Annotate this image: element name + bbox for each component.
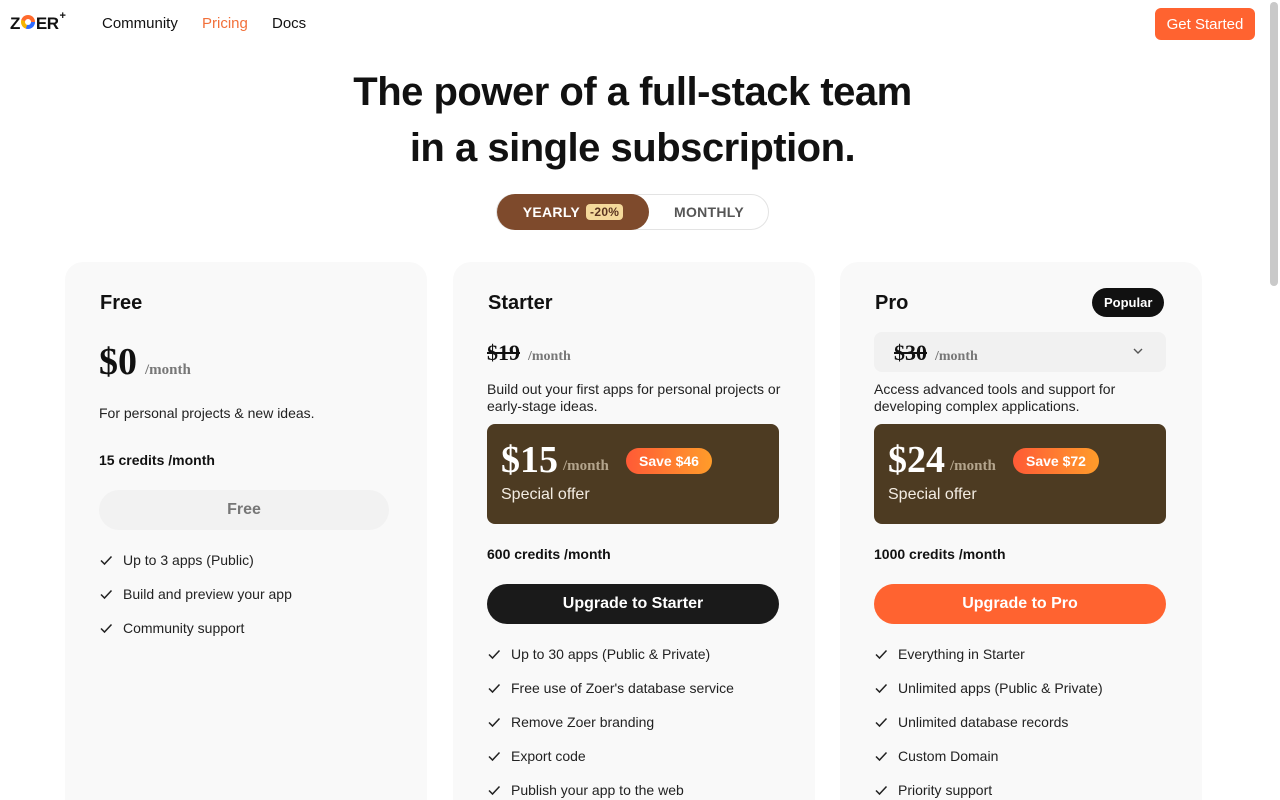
feature-text: Unlimited database records — [898, 714, 1069, 730]
get-started-button[interactable]: Get Started — [1155, 8, 1255, 40]
billing-toggle: YEARLY -20% MONTHLY — [496, 194, 769, 230]
original-price: $30/month — [894, 340, 978, 366]
plan-description: Access advanced tools and support for de… — [874, 381, 1116, 414]
check-icon — [488, 683, 501, 694]
feature-text: Publish your app to the web — [511, 782, 684, 798]
feature-item: Export code — [487, 748, 734, 782]
feature-list: Up to 3 apps (Public) Build and preview … — [99, 552, 292, 654]
feature-text: Unlimited apps (Public & Private) — [898, 680, 1103, 696]
check-icon — [875, 785, 888, 796]
plan-card-starter: Starter $19/month Build out your first a… — [453, 262, 815, 800]
price-value: $0 — [99, 341, 137, 383]
feature-text: Free use of Zoer's database service — [511, 680, 734, 696]
plan-description: For personal projects & new ideas. — [99, 405, 315, 421]
yearly-option[interactable]: YEARLY -20% — [497, 194, 649, 230]
save-badge: Save $72 — [1013, 448, 1099, 474]
logo-o-ring — [20, 15, 35, 29]
hero-line-1: The power of a full-stack team — [353, 70, 912, 114]
feature-text: Custom Domain — [898, 748, 999, 764]
upgrade-pro-button[interactable]: Upgrade to Pro — [874, 584, 1166, 624]
monthly-option[interactable]: MONTHLY — [649, 195, 769, 229]
check-icon — [100, 589, 113, 600]
nav-link-community[interactable]: Community — [102, 15, 178, 32]
nav-link-pricing[interactable]: Pricing — [202, 15, 248, 32]
feature-item: Up to 3 apps (Public) — [99, 552, 292, 586]
plan-description: Build out your first apps for personal p… — [487, 381, 781, 414]
check-icon — [100, 623, 113, 634]
plan-card-free: Free $0/month For personal projects & ne… — [65, 262, 427, 800]
feature-item: Community support — [99, 620, 292, 654]
feature-item: Custom Domain — [874, 748, 1103, 782]
top-nav: Z ER + Community Pricing Docs Get Started — [0, 0, 1280, 48]
nav-link-docs[interactable]: Docs — [272, 15, 306, 32]
feature-item: Unlimited apps (Public & Private) — [874, 680, 1103, 714]
feature-list: Everything in Starter Unlimited apps (Pu… — [874, 646, 1103, 800]
discount-badge: -20% — [586, 204, 624, 220]
free-plan-button[interactable]: Free — [99, 490, 389, 530]
plan-card-pro: Pro Popular $30/month Access advanced to… — [840, 262, 1202, 800]
plan-credits: 1000 credits /month — [874, 546, 1006, 562]
hero-line-2: in a single subscription. — [409, 126, 856, 170]
upgrade-starter-button[interactable]: Upgrade to Starter — [487, 584, 779, 624]
offer-period: /month — [563, 458, 609, 474]
save-badge: Save $46 — [626, 448, 712, 474]
offer-price: $24 — [888, 439, 945, 481]
logo-er: ER — [35, 14, 59, 33]
original-price-value: $30 — [894, 340, 927, 365]
plan-credits: 600 credits /month — [487, 546, 611, 562]
chevron-down-icon — [1133, 348, 1143, 354]
original-price-value: $19 — [487, 340, 520, 365]
offer-price: $15 — [501, 439, 558, 481]
check-icon — [875, 649, 888, 660]
feature-item: Everything in Starter — [874, 646, 1103, 680]
plan-price: $0/month — [99, 340, 191, 384]
special-offer-box: $15 /month Save $46 Special offer — [487, 424, 779, 524]
feature-text: Community support — [123, 620, 245, 636]
plan-name: Starter — [488, 292, 553, 314]
feature-item: Up to 30 apps (Public & Private) — [487, 646, 734, 680]
check-icon — [875, 751, 888, 762]
feature-text: Up to 3 apps (Public) — [123, 552, 254, 568]
page-scrollbar[interactable] — [1270, 2, 1278, 286]
pro-tier-dropdown[interactable]: $30/month — [874, 332, 1166, 372]
feature-item: Free use of Zoer's database service — [487, 680, 734, 714]
plan-credits: 15 credits /month — [99, 452, 215, 468]
feature-text: Remove Zoer branding — [511, 714, 655, 730]
feature-item: Publish your app to the web — [487, 782, 734, 800]
feature-text: Build and preview your app — [123, 586, 292, 602]
plan-name: Pro — [875, 292, 909, 314]
popular-badge: Popular — [1092, 288, 1165, 317]
feature-item: Build and preview your app — [99, 586, 292, 620]
original-price: $19/month — [487, 340, 571, 366]
price-period: /month — [145, 362, 191, 378]
check-icon — [488, 717, 501, 728]
feature-text: Priority support — [898, 782, 993, 798]
check-icon — [100, 555, 113, 566]
feature-list: Up to 30 apps (Public & Private) Free us… — [487, 646, 734, 800]
feature-text: Everything in Starter — [898, 646, 1025, 662]
check-icon — [488, 751, 501, 762]
feature-text: Up to 30 apps (Public & Private) — [511, 646, 711, 662]
special-offer-label: Special offer — [888, 486, 977, 503]
hero-title: The power of a full-stack team in a sing… — [0, 64, 1265, 176]
check-icon — [875, 683, 888, 694]
price-period: /month — [935, 349, 978, 364]
check-icon — [488, 649, 501, 660]
price-period: /month — [528, 349, 571, 364]
feature-item: Remove Zoer branding — [487, 714, 734, 748]
check-icon — [488, 785, 501, 796]
zoer-logo[interactable]: Z ER + — [10, 10, 66, 36]
yearly-label: YEARLY — [522, 204, 581, 220]
feature-item: Unlimited database records — [874, 714, 1103, 748]
plan-name: Free — [100, 292, 143, 314]
check-icon — [875, 717, 888, 728]
feature-item: Priority support — [874, 782, 1103, 800]
special-offer-box: $24 /month Save $72 Special offer — [874, 424, 1166, 524]
feature-text: Export code — [511, 748, 586, 764]
special-offer-label: Special offer — [501, 486, 590, 503]
offer-period: /month — [950, 458, 996, 474]
logo-z: Z — [10, 14, 20, 33]
logo-plus: + — [59, 10, 66, 22]
